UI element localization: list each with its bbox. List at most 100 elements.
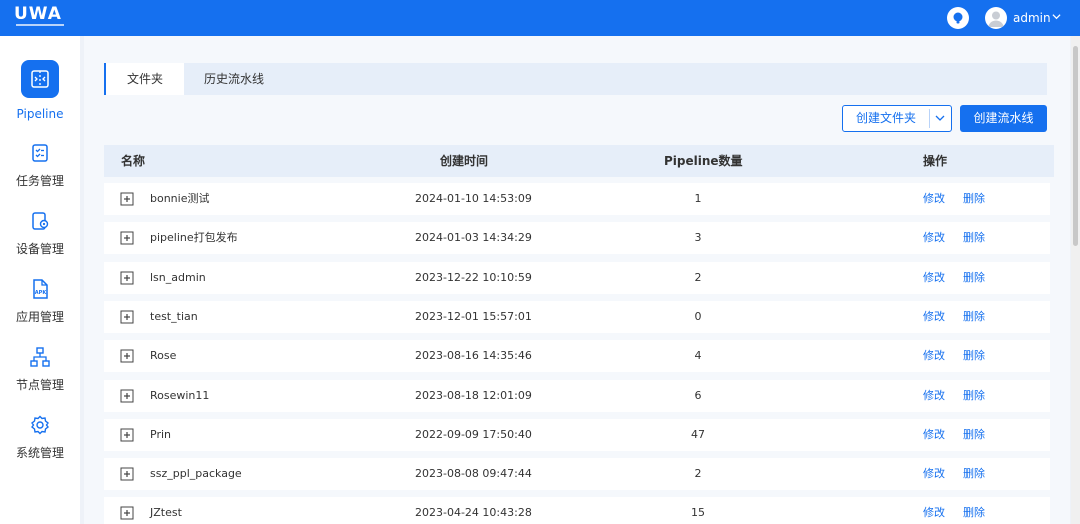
create-folder-button[interactable]: 创建文件夹 xyxy=(842,105,952,132)
scrollbar[interactable] xyxy=(1071,36,1080,524)
tab-history-pipelines[interactable]: 历史流水线 xyxy=(184,63,284,95)
created-time: 2023-08-18 12:01:09 xyxy=(415,389,532,402)
column-header-created: 创建时间 xyxy=(440,154,489,168)
table-row: Rose 2023-08-16 14:35:46 4 修改 删除 xyxy=(104,340,1050,372)
sidebar-item-label: 设备管理 xyxy=(15,242,64,256)
created-time: 2022-09-09 17:50:40 xyxy=(415,428,532,441)
svg-text:APK: APK xyxy=(35,290,48,296)
create-folder-label: 创建文件夹 xyxy=(855,111,916,125)
tab-folders[interactable]: 文件夹 xyxy=(104,63,184,95)
user-avatar-icon xyxy=(988,11,1004,27)
sidebar-item-tasks[interactable]: 任务管理 xyxy=(0,134,80,192)
user-name[interactable]: admin xyxy=(1013,10,1051,26)
sidebar-item-label: 任务管理 xyxy=(15,174,64,188)
created-time: 2023-04-24 10:43:28 xyxy=(415,506,532,519)
pipeline-count: 1 xyxy=(694,192,702,205)
edit-link[interactable]: 修改 xyxy=(923,458,945,490)
avatar[interactable] xyxy=(985,7,1007,29)
delete-link[interactable]: 删除 xyxy=(963,340,985,372)
table-row: ssz_ppl_package 2023-08-08 09:47:44 2 修改 删除 xyxy=(104,458,1050,490)
device-settings-icon xyxy=(21,202,59,240)
folder-name[interactable]: lsn_admin xyxy=(150,262,206,294)
created-time: 2024-01-10 14:53:09 xyxy=(415,192,532,205)
delete-link[interactable]: 删除 xyxy=(963,458,985,490)
created-time: 2024-01-03 14:34:29 xyxy=(415,231,532,244)
node-tree-icon xyxy=(21,338,59,376)
table-row: Rosewin11 2023-08-18 12:01:09 6 修改 删除 xyxy=(104,380,1050,412)
delete-link[interactable]: 删除 xyxy=(963,497,985,524)
pipeline-count: 4 xyxy=(694,349,702,362)
pipeline-icon xyxy=(21,60,59,98)
tab-bar: 文件夹 历史流水线 xyxy=(104,63,1047,95)
pipeline-count: 0 xyxy=(694,310,702,323)
edit-link[interactable]: 修改 xyxy=(923,497,945,524)
expand-plus-icon[interactable] xyxy=(120,506,134,520)
button-divider xyxy=(929,109,930,128)
sidebar-item-apps[interactable]: APK 应用管理 xyxy=(0,270,80,328)
table-header: 名称 创建时间 Pipeline数量 操作 xyxy=(104,145,1054,177)
expand-plus-icon[interactable] xyxy=(120,231,134,245)
top-bar: UWA admin xyxy=(0,0,1080,36)
delete-link[interactable]: 删除 xyxy=(963,301,985,333)
expand-plus-icon[interactable] xyxy=(120,389,134,403)
edit-link[interactable]: 修改 xyxy=(923,380,945,412)
gear-icon xyxy=(21,406,59,444)
sidebar-item-nodes[interactable]: 节点管理 xyxy=(0,338,80,396)
expand-plus-icon[interactable] xyxy=(120,428,134,442)
created-time: 2023-08-16 14:35:46 xyxy=(415,349,532,362)
delete-link[interactable]: 删除 xyxy=(963,419,985,451)
expand-plus-icon[interactable] xyxy=(120,271,134,285)
chevron-down-icon[interactable] xyxy=(1052,12,1061,21)
edit-link[interactable]: 修改 xyxy=(923,222,945,254)
apk-file-icon: APK xyxy=(21,270,59,308)
table-row: JZtest 2023-04-24 10:43:28 15 修改 删除 xyxy=(104,497,1050,524)
pipeline-count: 3 xyxy=(694,231,702,244)
delete-link[interactable]: 删除 xyxy=(963,222,985,254)
folder-name[interactable]: JZtest xyxy=(150,497,182,524)
pipeline-count: 2 xyxy=(694,467,702,480)
edit-link[interactable]: 修改 xyxy=(923,301,945,333)
edit-link[interactable]: 修改 xyxy=(923,262,945,294)
pipeline-count: 15 xyxy=(691,506,705,519)
expand-plus-icon[interactable] xyxy=(120,192,134,206)
column-header-name: 名称 xyxy=(121,154,146,168)
edit-link[interactable]: 修改 xyxy=(923,419,945,451)
column-header-actions: 操作 xyxy=(923,154,948,168)
task-list-icon xyxy=(21,134,59,172)
delete-link[interactable]: 删除 xyxy=(963,183,985,215)
folder-name[interactable]: Rosewin11 xyxy=(150,380,209,412)
sidebar-item-pipeline[interactable]: Pipeline xyxy=(0,36,80,126)
expand-plus-icon[interactable] xyxy=(120,310,134,324)
folder-name[interactable]: ssz_ppl_package xyxy=(150,458,242,490)
sidebar-item-system[interactable]: 系统管理 xyxy=(0,406,80,464)
created-time: 2023-08-08 09:47:44 xyxy=(415,467,532,480)
folder-name[interactable]: bonnie测试 xyxy=(150,183,209,215)
notification-icon xyxy=(953,12,963,24)
chevron-down-icon[interactable] xyxy=(935,113,945,123)
folder-name[interactable]: test_tian xyxy=(150,301,198,333)
sidebar-item-label: 节点管理 xyxy=(15,378,64,392)
sidebar-item-label: 系统管理 xyxy=(15,446,64,460)
delete-link[interactable]: 删除 xyxy=(963,262,985,294)
sidebar-item-label: 应用管理 xyxy=(15,310,64,324)
logo: UWA xyxy=(14,4,62,24)
sidebar-item-label: Pipeline xyxy=(16,107,64,121)
folder-name[interactable]: pipeline打包发布 xyxy=(150,222,238,254)
expand-plus-icon[interactable] xyxy=(120,349,134,363)
sidebar-item-devices[interactable]: 设备管理 xyxy=(0,202,80,260)
edit-link[interactable]: 修改 xyxy=(923,340,945,372)
pipeline-count: 47 xyxy=(691,428,705,441)
notification-button[interactable] xyxy=(947,7,969,29)
create-pipeline-button[interactable]: 创建流水线 xyxy=(960,105,1047,132)
scrollbar-thumb[interactable] xyxy=(1073,46,1078,246)
created-time: 2023-12-22 10:10:59 xyxy=(415,271,532,284)
folder-name[interactable]: Prin xyxy=(150,419,171,451)
folder-name[interactable]: Rose xyxy=(150,340,176,372)
logo-underline xyxy=(16,24,64,26)
table-row: bonnie测试 2024-01-10 14:53:09 1 修改 删除 xyxy=(104,183,1050,215)
table-row: test_tian 2023-12-01 15:57:01 0 修改 删除 xyxy=(104,301,1050,333)
column-header-count: Pipeline数量 xyxy=(664,154,743,168)
expand-plus-icon[interactable] xyxy=(120,467,134,481)
delete-link[interactable]: 删除 xyxy=(963,380,985,412)
edit-link[interactable]: 修改 xyxy=(923,183,945,215)
